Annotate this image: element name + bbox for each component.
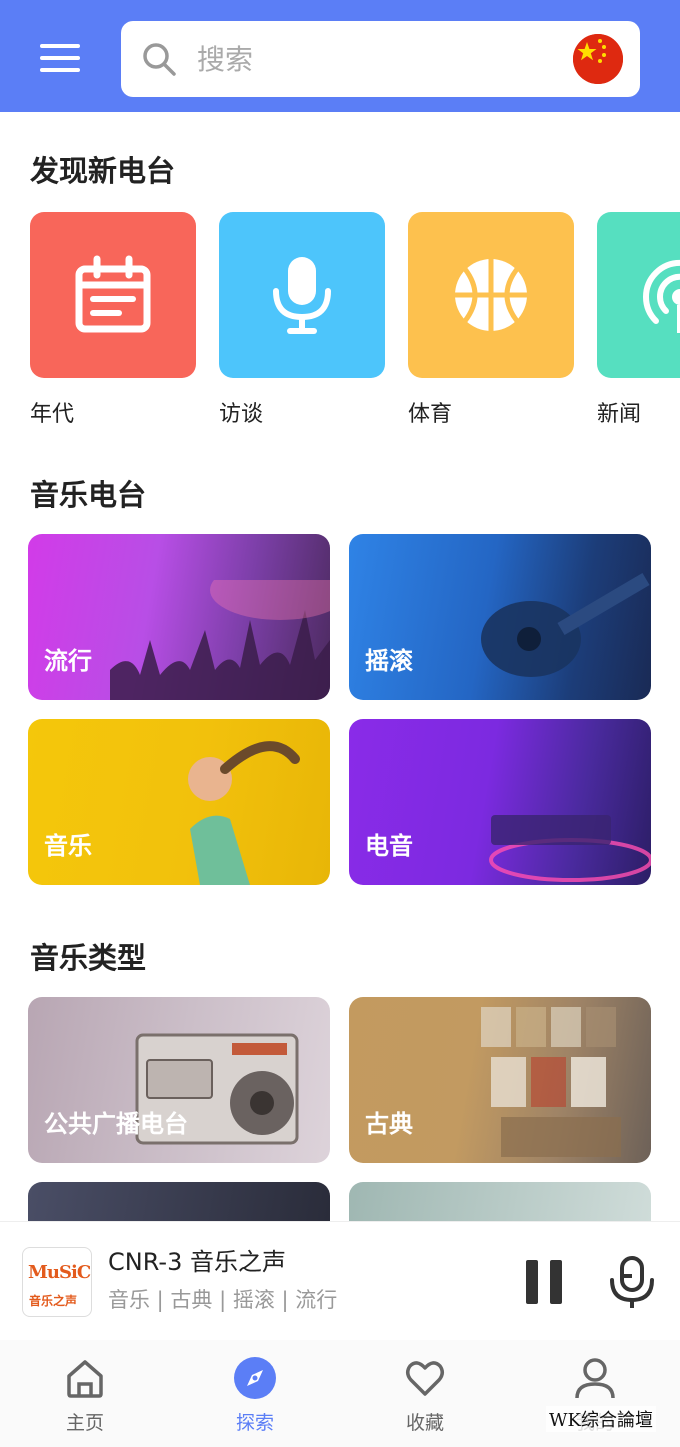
card-label: 古典 [365, 1110, 413, 1138]
card-genre-partial[interactable] [28, 1182, 330, 1221]
nav-explore[interactable]: 探索 [200, 1356, 310, 1436]
china-flag-icon[interactable] [573, 34, 623, 84]
section-title-music-genres: 音乐类型 [30, 941, 147, 975]
category-label: 访谈 [219, 402, 264, 427]
basketball-icon [455, 259, 527, 331]
microphone-icon [273, 257, 331, 334]
card-classical[interactable]: 古典 [349, 997, 651, 1163]
station-tags: 音乐 | 古典 | 摇滚 | 流行 [108, 1288, 338, 1312]
section-title-discover: 发现新电台 [30, 154, 176, 188]
station-logo-subtext: 音乐之声 [29, 1294, 78, 1308]
nav-home[interactable]: 主页 [30, 1356, 140, 1436]
user-icon [575, 1358, 615, 1399]
category-decades[interactable]: 年代 [30, 212, 196, 427]
card-label: 音乐 [44, 832, 92, 860]
section-title-music-stations: 音乐电台 [30, 478, 147, 512]
card-pop[interactable]: 流行 [28, 534, 330, 700]
card-rock[interactable]: 摇滚 [349, 534, 651, 700]
nav-label: 探索 [235, 1412, 274, 1434]
nav-label: 收藏 [405, 1412, 444, 1434]
records-shelf-image [481, 1007, 621, 1157]
search-bar[interactable] [121, 21, 640, 97]
category-tile[interactable] [219, 212, 385, 378]
category-tile[interactable] [408, 212, 574, 378]
card-music[interactable]: 音乐 [28, 719, 330, 885]
station-logo: MuSiC 音乐之声 [22, 1247, 92, 1317]
voice-search-icon[interactable] [608, 1256, 656, 1308]
calendar-icon [75, 255, 151, 333]
category-label: 新闻 [597, 402, 642, 427]
category-label: 年代 [30, 402, 75, 427]
search-icon [143, 43, 176, 76]
dancing-woman-image [188, 741, 300, 885]
top-app-bar [0, 0, 680, 112]
station-logo-text: MuSiC [28, 1262, 91, 1283]
category-label: 体育 [408, 402, 453, 427]
home-icon [67, 1360, 103, 1398]
heart-icon [406, 1361, 444, 1396]
card-electronic[interactable]: 电音 [349, 719, 651, 885]
menu-icon[interactable] [38, 40, 82, 76]
dj-deck-image [489, 815, 651, 882]
category-news[interactable]: 新闻 [597, 212, 680, 432]
category-sports[interactable]: 体育 [408, 212, 574, 427]
category-talk[interactable]: 访谈 [219, 212, 385, 427]
card-genre-partial[interactable] [349, 1182, 651, 1221]
compass-icon [234, 1357, 276, 1399]
card-label: 公共广播电台 [44, 1110, 188, 1138]
broadcast-icon [643, 260, 680, 333]
card-public-radio[interactable]: 公共广播电台 [28, 997, 330, 1163]
mini-player[interactable]: MuSiC 音乐之声 CNR-3 音乐之声 音乐 | 古典 | 摇滚 | 流行 [0, 1221, 680, 1339]
nav-favorites[interactable]: 收藏 [370, 1356, 480, 1436]
crowd-image [110, 580, 330, 700]
search-input[interactable] [197, 37, 557, 81]
card-label: 流行 [44, 647, 92, 675]
watermark: WK综合論壇 [546, 1406, 656, 1432]
pause-button[interactable] [524, 1260, 564, 1304]
card-label: 电音 [365, 832, 413, 860]
nav-label: 主页 [65, 1412, 104, 1434]
card-label: 摇滚 [365, 647, 413, 675]
station-name: CNR-3 音乐之声 [108, 1248, 286, 1276]
guitar-image [481, 572, 650, 677]
category-tile[interactable] [597, 212, 680, 378]
category-tile[interactable] [30, 212, 196, 378]
